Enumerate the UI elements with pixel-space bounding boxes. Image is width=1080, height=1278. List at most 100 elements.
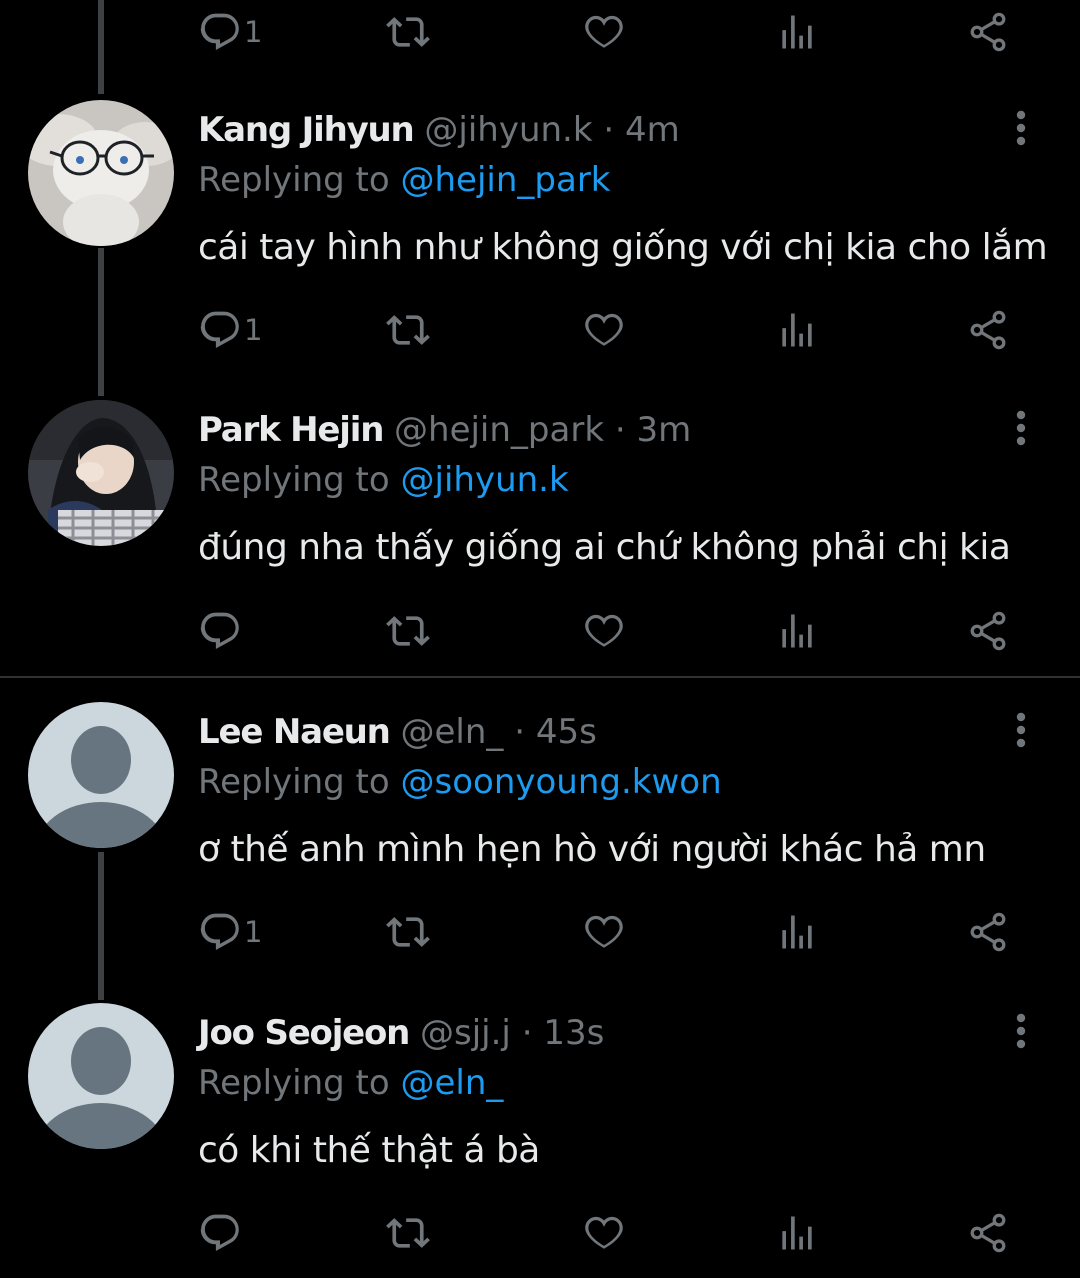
- replying-to-line: Replying to @jihyun.k: [198, 458, 569, 502]
- replying-to-label: Replying to: [198, 460, 390, 500]
- share-icon: [966, 10, 1010, 54]
- views-button[interactable]: [775, 1203, 819, 1263]
- tweet-header: Joo Seojeon @sjj.j · 13s: [198, 1011, 604, 1055]
- action-bar-top: 1: [0, 2, 1080, 62]
- display-name[interactable]: Kang Jihyun: [198, 110, 415, 150]
- user-handle[interactable]: @jihyun.k: [424, 110, 592, 150]
- replying-to-mention[interactable]: @soonyoung.kwon: [401, 762, 722, 802]
- share-button[interactable]: [966, 1203, 1010, 1263]
- more-options-button[interactable]: [1004, 1011, 1038, 1055]
- user-handle[interactable]: @eln_: [401, 712, 504, 752]
- retweet-button[interactable]: [386, 2, 430, 62]
- tweet-text: ơ thế anh mình hẹn hò với người khác hả …: [198, 829, 986, 870]
- views-button[interactable]: [775, 902, 819, 962]
- reply-count: 1: [244, 915, 263, 949]
- retweet-icon: [386, 609, 430, 653]
- like-button[interactable]: [582, 1203, 626, 1263]
- action-bar: [0, 1203, 1080, 1263]
- display-name[interactable]: Park Hejin: [198, 410, 384, 450]
- timestamp[interactable]: 45s: [536, 712, 597, 752]
- like-button[interactable]: [582, 2, 626, 62]
- views-button[interactable]: [775, 601, 819, 661]
- replying-to-line: Replying to @eln_: [198, 1061, 503, 1105]
- separator-dot: ·: [614, 410, 626, 450]
- avatar[interactable]: [28, 1003, 174, 1149]
- more-options-button[interactable]: [1004, 108, 1038, 152]
- retweet-button[interactable]: [386, 902, 430, 962]
- reply-count: 1: [244, 313, 263, 347]
- timestamp[interactable]: 4m: [625, 110, 680, 150]
- replying-to-line: Replying to @hejin_park: [198, 158, 611, 202]
- replying-to-mention[interactable]: @eln_: [401, 1063, 504, 1103]
- reply-icon: [198, 609, 242, 653]
- action-bar: 1: [0, 300, 1080, 360]
- reply-button[interactable]: 1: [198, 2, 262, 62]
- views-icon: [775, 910, 819, 954]
- views-icon: [775, 308, 819, 352]
- share-icon: [966, 308, 1010, 352]
- share-button[interactable]: [966, 601, 1010, 661]
- reply-button[interactable]: 1: [198, 902, 262, 962]
- retweet-icon: [386, 910, 430, 954]
- reply-icon: [198, 910, 242, 954]
- retweet-button[interactable]: [386, 1203, 430, 1263]
- timestamp[interactable]: 13s: [543, 1013, 604, 1053]
- share-button[interactable]: [966, 300, 1010, 360]
- more-options-button[interactable]: [1004, 408, 1038, 452]
- heart-icon: [582, 10, 626, 54]
- reply-icon: [198, 1211, 242, 1255]
- avatar[interactable]: [28, 400, 174, 546]
- timestamp[interactable]: 3m: [636, 410, 691, 450]
- display-name[interactable]: Lee Naeun: [198, 712, 391, 752]
- tweet-text: đúng nha thấy giống ai chứ không phải ch…: [198, 527, 1011, 568]
- heart-icon: [582, 308, 626, 352]
- display-name[interactable]: Joo Seojeon: [198, 1013, 410, 1053]
- heart-icon: [582, 910, 626, 954]
- more-vertical-icon: [1004, 1011, 1038, 1055]
- avatar[interactable]: [28, 100, 174, 246]
- replying-to-label: Replying to: [198, 160, 390, 200]
- share-button[interactable]: [966, 2, 1010, 62]
- retweet-icon: [386, 308, 430, 352]
- share-icon: [966, 609, 1010, 653]
- reply-count: 1: [244, 15, 263, 49]
- user-handle[interactable]: @sjj.j: [420, 1013, 511, 1053]
- heart-icon: [582, 609, 626, 653]
- like-button[interactable]: [582, 902, 626, 962]
- tweet-header: Kang Jihyun @jihyun.k · 4m: [198, 108, 680, 152]
- reply-button[interactable]: [198, 1203, 244, 1263]
- retweet-button[interactable]: [386, 601, 430, 661]
- tweet-text: có khi thế thật á bà: [198, 1130, 540, 1171]
- share-icon: [966, 1211, 1010, 1255]
- like-button[interactable]: [582, 601, 626, 661]
- heart-icon: [582, 1211, 626, 1255]
- replying-to-line: Replying to @soonyoung.kwon: [198, 760, 722, 804]
- views-button[interactable]: [775, 2, 819, 62]
- avatar[interactable]: [28, 702, 174, 848]
- retweet-icon: [386, 10, 430, 54]
- views-icon: [775, 1211, 819, 1255]
- more-options-button[interactable]: [1004, 710, 1038, 754]
- tweet-text: cái tay hình như không giống với chị kia…: [198, 227, 1048, 268]
- more-vertical-icon: [1004, 108, 1038, 152]
- reply-icon: [198, 10, 242, 54]
- action-bar: 1: [0, 902, 1080, 962]
- user-handle[interactable]: @hejin_park: [394, 410, 604, 450]
- more-vertical-icon: [1004, 710, 1038, 754]
- retweet-icon: [386, 1211, 430, 1255]
- replying-to-label: Replying to: [198, 1063, 390, 1103]
- action-bar: [0, 601, 1080, 661]
- share-icon: [966, 910, 1010, 954]
- reply-button[interactable]: 1: [198, 300, 262, 360]
- views-icon: [775, 10, 819, 54]
- tweet-header: Park Hejin @hejin_park · 3m: [198, 408, 691, 452]
- replying-to-mention[interactable]: @jihyun.k: [401, 460, 569, 500]
- retweet-button[interactable]: [386, 300, 430, 360]
- reply-button[interactable]: [198, 601, 244, 661]
- views-button[interactable]: [775, 300, 819, 360]
- share-button[interactable]: [966, 902, 1010, 962]
- replying-to-mention[interactable]: @hejin_park: [401, 160, 611, 200]
- tweet-header: Lee Naeun @eln_ · 45s: [198, 710, 597, 754]
- like-button[interactable]: [582, 300, 626, 360]
- separator-dot: ·: [521, 1013, 533, 1053]
